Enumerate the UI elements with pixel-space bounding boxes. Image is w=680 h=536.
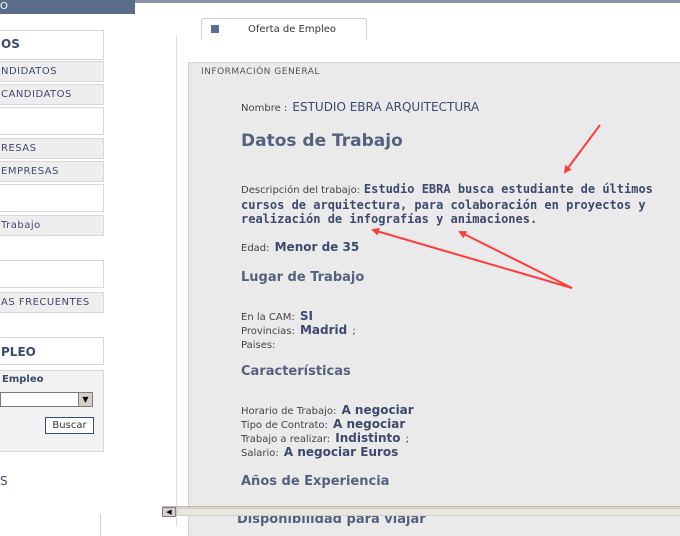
datos-trabajo-heading: Datos de Trabajo: [241, 131, 403, 151]
sidebar-block-empleo: PLEO: [0, 337, 104, 365]
top-bar-text: O: [0, 1, 8, 12]
tab-oferta-empleo[interactable]: Oferta de Empleo: [201, 18, 367, 40]
search-form: Empleo ▼ Buscar: [0, 370, 104, 452]
top-bar-strip: [135, 0, 680, 3]
sidebar-divider: [100, 514, 101, 536]
sidebar-block-candidatos: OS: [0, 30, 104, 60]
sidebar-tail-heading: S: [0, 474, 8, 488]
sidebar-heading: OS: [1, 37, 20, 51]
sidebar-item-candidatos[interactable]: NDIDATOS: [0, 61, 104, 82]
sidebar-item-empresas-2[interactable]: EMPRESAS: [0, 161, 104, 182]
nombre-label: Nombre :: [241, 103, 288, 114]
scrollbar-track[interactable]: [178, 509, 680, 515]
nombre-value: ESTUDIO EBRA ARQUITECTURA: [292, 100, 480, 114]
arrow-left-icon[interactable]: ◀: [162, 507, 176, 517]
sidebar-item-faq[interactable]: AS FRECUENTES: [0, 292, 104, 313]
square-icon: [211, 25, 219, 33]
search-button[interactable]: Buscar: [45, 417, 94, 434]
provincias-value: Madrid: [299, 323, 348, 337]
salario-value: A negociar Euros: [283, 445, 399, 459]
job-detail-panel: INFORMACIÓN GENERAL Nombre : ESTUDIO EBR…: [188, 62, 680, 536]
paises-label: Paises:: [241, 340, 276, 351]
sidebar-item-trabajo[interactable]: Trabajo: [0, 215, 104, 236]
caracteristicas-heading: Características: [241, 364, 351, 379]
edad-value: Menor de 35: [274, 240, 360, 254]
sidebar: OS NDIDATOS CANDIDATOS RESAS EMPRESAS Tr…: [0, 14, 108, 536]
top-bar: O: [0, 0, 135, 14]
sidebar-item-empresas[interactable]: RESAS: [0, 138, 104, 159]
experiencia-heading: Años de Experiencia: [241, 474, 390, 489]
provincias-suffix: ;: [352, 326, 356, 337]
realizar-suffix: ;: [405, 434, 409, 445]
edad-label: Edad:: [241, 243, 270, 254]
horizontal-scrollbar[interactable]: ◀: [162, 506, 680, 517]
edad-row: Edad: Menor de 35: [241, 236, 359, 255]
sidebar-heading-empleo: PLEO: [1, 345, 36, 359]
sidebar-block-ofertas: [0, 184, 104, 212]
empleo-select[interactable]: ▼: [0, 392, 93, 407]
chevron-down-icon[interactable]: ▼: [78, 393, 92, 406]
sidebar-block-empresas: [0, 107, 104, 135]
search-form-label: Empleo: [2, 374, 44, 385]
descripcion-label: Descripción del trabajo:: [241, 185, 361, 196]
paises-row: Paises:: [241, 333, 275, 352]
lugar-trabajo-heading: Lugar de Trabajo: [241, 270, 365, 285]
section-label: INFORMACIÓN GENERAL: [201, 67, 320, 77]
descripcion-row: Descripción del trabajo: Estudio EBRA bu…: [241, 182, 661, 226]
tab-label: Oferta de Empleo: [248, 24, 337, 35]
nombre-row: Nombre : ESTUDIO EBRA ARQUITECTURA: [241, 96, 479, 115]
salario-row: Salario: A negociar Euros: [241, 441, 398, 460]
salario-label: Salario:: [241, 448, 279, 459]
sidebar-block-faq: [0, 260, 104, 288]
sidebar-item-candidatos-2[interactable]: CANDIDATOS: [0, 84, 104, 105]
